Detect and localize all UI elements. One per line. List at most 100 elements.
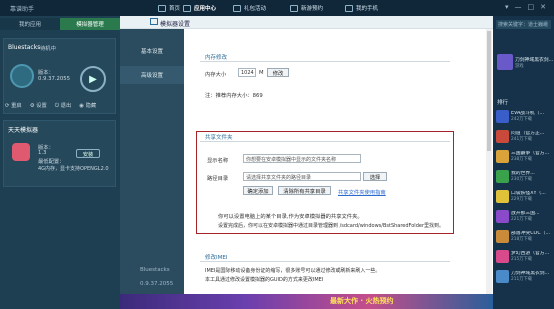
home-icon bbox=[158, 4, 166, 12]
confirm-add-button[interactable]: 确定添加 bbox=[243, 186, 273, 195]
game-name: 梦幻西游（官方... bbox=[511, 250, 550, 256]
action-label: 隐藏 bbox=[85, 103, 97, 109]
game-downloads: 215万下载 bbox=[511, 256, 533, 262]
version-value: 1.3 bbox=[38, 150, 47, 156]
modify-button[interactable]: 修改 bbox=[267, 68, 289, 77]
rank-title: 排行 bbox=[497, 100, 509, 106]
android-robot-icon bbox=[12, 143, 30, 161]
side-item-advanced[interactable]: 高级设置 bbox=[120, 66, 184, 84]
game-icon bbox=[496, 169, 509, 183]
clear-shared-button[interactable]: 清除所有共享目录 bbox=[278, 186, 331, 195]
game-name: 放开那三国... bbox=[511, 210, 540, 216]
memory-input[interactable]: 1024 bbox=[238, 68, 256, 77]
restart-button[interactable]: ⟳ 重启 bbox=[5, 101, 22, 110]
nav-new-games[interactable]: 新游预约 bbox=[290, 3, 323, 13]
game-downloads: 230万下载 bbox=[511, 176, 533, 182]
featured-game[interactable]: 刀剑神域黑衣剑... 游戏 bbox=[497, 52, 553, 72]
memory-unit: M bbox=[259, 70, 264, 76]
shared-info-2: 设置完成后，你可以在安卓模拟器中通过目录管理器到 /sdcard/windows… bbox=[218, 223, 445, 229]
shared-section-title: 共享文件夹 bbox=[205, 135, 233, 141]
tab-emulator-manager[interactable]: 模拟器管理 bbox=[60, 18, 120, 30]
hide-button[interactable]: ◉ 隐藏 bbox=[79, 101, 96, 110]
version-value: 0.9.37.2055 bbox=[38, 76, 71, 82]
game-item[interactable]: 放开那三国... 221万下载 bbox=[496, 208, 554, 224]
game-item[interactable]: 口袋妖怪XY（... 229万下载 bbox=[496, 188, 554, 204]
left-tabs: 我的应用 模拟器管理 bbox=[0, 18, 120, 30]
menu-icon[interactable]: ▾ bbox=[505, 3, 509, 11]
shared-info-1: 你可以设置电脑上的某个目录,作为安卓模拟器的共享文件夹。 bbox=[218, 214, 363, 220]
game-icon bbox=[497, 54, 513, 70]
shared-guide-link[interactable]: 共享文件夹使用指南 bbox=[338, 188, 386, 196]
featured-sub: 游戏 bbox=[515, 63, 524, 69]
game-item[interactable]: 刀剑神域黑衣剑... 211万下载 bbox=[496, 268, 554, 284]
nav-label: 礼包活动 bbox=[244, 6, 267, 12]
imei-desc-2: 本工具通过修改设置模拟器的GUID的方式来更改IMEI bbox=[205, 277, 324, 283]
game-icon bbox=[496, 229, 509, 243]
phone-icon bbox=[345, 4, 353, 12]
game-item[interactable]: 我的世界... 230万下载 bbox=[496, 168, 554, 184]
version-label: 版本： bbox=[38, 70, 54, 76]
display-name-label: 显示名称 bbox=[207, 158, 229, 164]
action-label: 设置 bbox=[36, 103, 47, 109]
game-name: EVA战斗机（... bbox=[511, 110, 545, 116]
game-downloads: 241万下载 bbox=[511, 136, 533, 142]
requirement-value: 4G内存，显卡支持OPENGL2.0 bbox=[38, 166, 109, 172]
game-item[interactable]: EVA战斗机（... 242万下载 bbox=[496, 108, 554, 124]
play-icon: ▶ bbox=[89, 73, 97, 85]
side-item-basic[interactable]: 基本设置 bbox=[120, 42, 184, 60]
game-downloads: 218万下载 bbox=[511, 236, 533, 242]
nav-app-center[interactable]: 应用中心 bbox=[183, 3, 216, 13]
path-input[interactable]: 请选择共享文件夹的路径目录 bbox=[243, 172, 361, 181]
promo-banner[interactable] bbox=[120, 294, 493, 309]
maximize-icon[interactable]: □ bbox=[528, 3, 535, 11]
game-downloads: 238万下载 bbox=[511, 156, 533, 162]
game-item[interactable]: 梦幻西游（官方... 215万下载 bbox=[496, 248, 554, 264]
settings-button[interactable]: ⚙ 设置 bbox=[30, 101, 47, 110]
dialog-title: 模拟器设置 bbox=[160, 21, 191, 28]
settings-icon bbox=[150, 18, 158, 25]
game-item[interactable]: 部落冲突COC（... 218万下载 bbox=[496, 228, 554, 244]
close-icon[interactable]: ✕ bbox=[540, 3, 546, 11]
path-label: 路径目录 bbox=[207, 176, 229, 182]
scrollbar-thumb[interactable] bbox=[487, 31, 491, 151]
game-icon bbox=[496, 109, 509, 123]
game-icon bbox=[496, 189, 509, 203]
install-button[interactable]: 安装 bbox=[76, 149, 100, 158]
gamepad-icon bbox=[183, 4, 191, 12]
memory-section-title: 内存修改 bbox=[205, 55, 228, 61]
gift-icon bbox=[233, 4, 241, 12]
nav-my-phone[interactable]: 我的手机 bbox=[345, 3, 378, 13]
imei-section-title: 修改IMEI bbox=[205, 255, 228, 261]
minimize-icon[interactable]: — bbox=[515, 3, 522, 11]
search-input[interactable]: 搜索关键字：道士巍峨 bbox=[496, 20, 551, 29]
dialog-emulator-version: 0.9.37.2055 bbox=[140, 281, 174, 287]
game-item[interactable]: 三国霸争（官方... 238万下载 bbox=[496, 148, 554, 164]
exit-button[interactable]: ⏻ 退出 bbox=[55, 101, 71, 110]
divider bbox=[200, 61, 450, 62]
app-title: 靠谱助手 bbox=[10, 6, 35, 13]
nav-label: 首页 bbox=[169, 6, 181, 12]
action-label: 重启 bbox=[11, 103, 22, 109]
game-item[interactable]: 问道（官方正... 241万下载 bbox=[496, 128, 554, 144]
nav-gifts[interactable]: 礼包活动 bbox=[233, 3, 266, 13]
requirement-label: 最低配置： bbox=[38, 159, 65, 165]
action-label: 退出 bbox=[60, 103, 72, 109]
emulator-status: 待机中 bbox=[40, 46, 56, 52]
memory-note: 注：推荐内存大小：869 bbox=[205, 93, 263, 99]
emulator-actions: ⟳ 重启 ⚙ 设置 ⏻ 退出 ◉ 隐藏 bbox=[5, 101, 96, 110]
play-button[interactable]: ▶ bbox=[80, 66, 106, 92]
nav-home[interactable]: 首页 bbox=[158, 3, 180, 13]
display-name-input[interactable]: 你想要在安卓模拟器中显示的文件夹名称 bbox=[243, 154, 361, 163]
memory-label: 内存大小 bbox=[205, 72, 227, 78]
game-icon bbox=[496, 149, 509, 163]
game-name: 三国霸争（官方... bbox=[511, 150, 550, 156]
nav-label: 新游预约 bbox=[301, 6, 324, 12]
tab-my-apps[interactable]: 我的应用 bbox=[0, 18, 60, 30]
banner-text: 最新大作 · 火热预约 bbox=[330, 297, 394, 305]
dialog-emulator-name: Bluestacks bbox=[140, 267, 170, 273]
game-downloads: 211万下载 bbox=[511, 276, 533, 282]
divider bbox=[200, 261, 450, 262]
choose-button[interactable]: 选择 bbox=[363, 172, 387, 181]
imei-desc-1: IMEI是国际移动设备身份证的缩写，很多账号可以通过修改或刷新来刷入一些。 bbox=[205, 268, 381, 274]
game-name: 刀剑神域黑衣剑... bbox=[511, 270, 550, 276]
